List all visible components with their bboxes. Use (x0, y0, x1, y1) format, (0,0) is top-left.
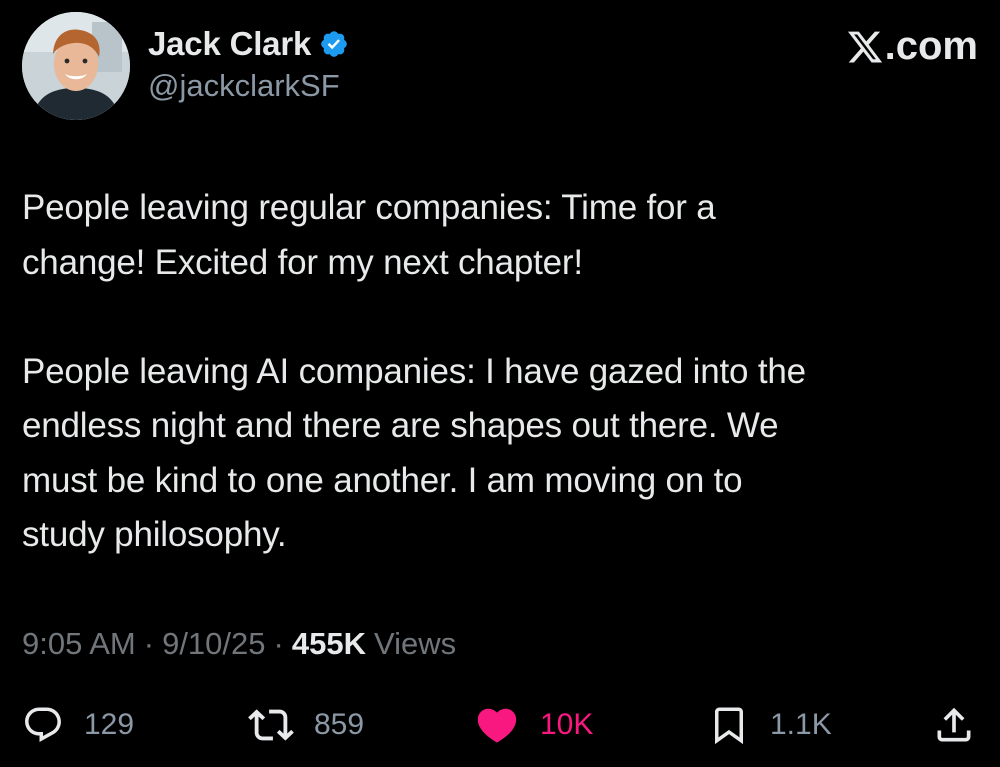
tweet-text: People leaving regular companies: Time f… (22, 181, 972, 563)
share-icon (932, 703, 976, 747)
tweet-line: study philosophy. (22, 515, 287, 554)
tweet-paragraph: People leaving regular companies: Time f… (22, 181, 972, 290)
author-identity: Jack Clark @jackclarkSF (148, 25, 349, 104)
avatar-image (22, 12, 130, 120)
author-name[interactable]: Jack Clark (148, 25, 311, 63)
site-brand: .com (846, 24, 978, 69)
x-logo-icon (846, 28, 884, 66)
tweet-line: change! Excited for my next chapter! (22, 242, 583, 282)
heart-icon (474, 702, 520, 748)
tweet-time[interactable]: 9:05 AM (22, 626, 136, 662)
views-label[interactable]: Views (374, 626, 456, 662)
reply-count: 129 (84, 708, 135, 741)
tweet-line: People leaving AI companies: I have gaze… (22, 351, 806, 391)
bookmark-count: 1.1K (770, 708, 832, 741)
tweet-line: People leaving regular companies: Time f… (22, 188, 716, 227)
tweet-actions: 129 859 10K 1.1K (22, 698, 978, 752)
tweet-date[interactable]: 9/10/25 (162, 626, 265, 662)
meta-separator: · (143, 626, 155, 661)
tweet-header: Jack Clark @jackclarkSF .com (22, 12, 978, 122)
tweet-paragraph: People leaving AI companies: I have gaze… (22, 345, 972, 563)
like-count: 10K (540, 708, 594, 741)
site-label: .com (884, 24, 978, 68)
tweet-meta: 9:05 AM · 9/10/25 · 455K Views (22, 626, 456, 662)
author-handle[interactable]: @jackclarkSF (148, 68, 349, 104)
retweet-button[interactable]: 859 (248, 698, 364, 752)
retweet-icon (248, 702, 294, 748)
meta-separator: · (273, 626, 284, 661)
reply-button[interactable]: 129 (22, 698, 134, 752)
bookmark-button[interactable]: 1.1K (708, 698, 832, 752)
views-count: 455K (291, 626, 366, 661)
tweet-line: must be kind to one another. I am moving… (22, 460, 743, 500)
retweet-count: 859 (314, 708, 365, 741)
tweet-line: endless night and there are shapes out t… (22, 406, 779, 445)
verified-badge-icon (319, 29, 349, 59)
reply-icon (22, 704, 64, 746)
like-button[interactable]: 10K (474, 698, 593, 752)
avatar[interactable] (22, 12, 130, 120)
bookmark-icon (708, 704, 750, 746)
share-button[interactable] (932, 698, 976, 752)
